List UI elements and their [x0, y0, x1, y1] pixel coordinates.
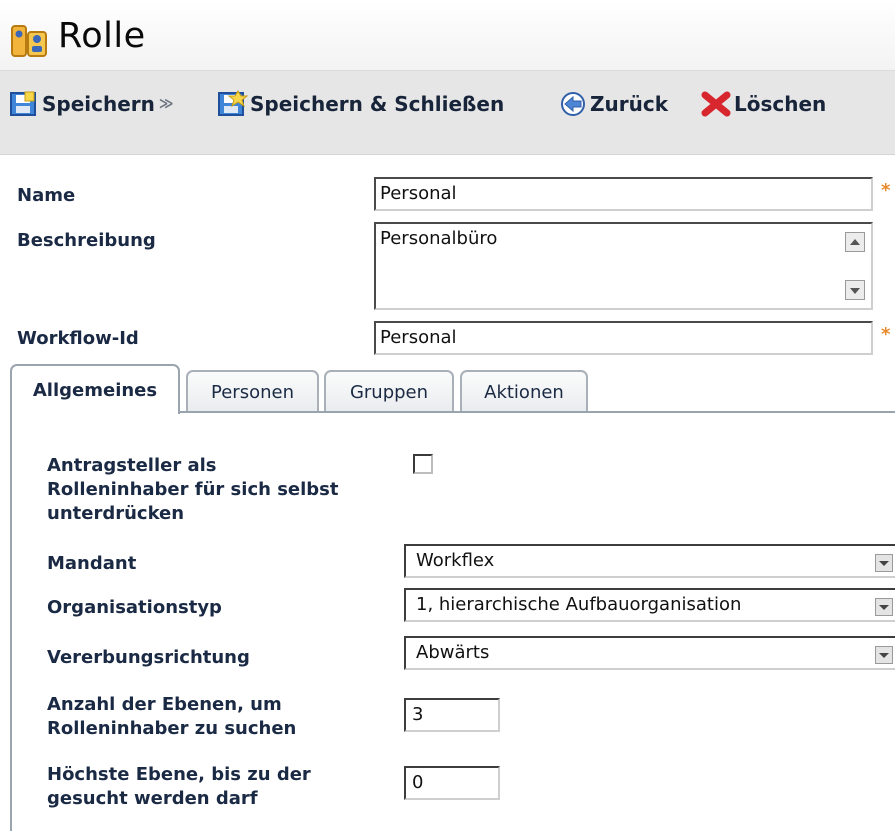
- save-and-close-label: Speichern & Schließen: [250, 92, 505, 116]
- scroll-down-icon[interactable]: [845, 280, 865, 300]
- workflow-id-input[interactable]: Personal: [374, 321, 873, 355]
- org-type-select[interactable]: 1, hierarchische Aufbauorganisation: [404, 588, 895, 622]
- tab-personen[interactable]: Personen: [186, 370, 319, 412]
- max-level-label: Höchste Ebene, bis zu der gesucht werden…: [47, 763, 311, 811]
- label-line: unterdrücken: [47, 503, 185, 524]
- levels-label: Anzahl der Ebenen, um Rolleninhaber zu s…: [47, 693, 296, 741]
- chevron-down-icon[interactable]: ≫: [159, 96, 174, 112]
- chevron-down-icon[interactable]: [875, 598, 893, 616]
- client-select-value: Workflex: [416, 550, 495, 571]
- save-label: Speichern: [42, 92, 155, 116]
- label-line: Antragsteller als: [47, 455, 217, 476]
- label-line: gesucht werden darf: [47, 788, 258, 809]
- save-icon: [10, 91, 36, 116]
- client-select[interactable]: Workflex: [404, 544, 895, 578]
- description-value: Personalbüro: [380, 228, 498, 249]
- required-marker: *: [881, 324, 891, 345]
- delete-icon: [701, 91, 731, 117]
- chevron-down-icon[interactable]: [875, 554, 893, 572]
- delete-label: Löschen: [734, 92, 827, 116]
- tab-allgemeines[interactable]: Allgemeines: [10, 364, 180, 414]
- client-label: Mandant: [47, 553, 137, 574]
- name-input[interactable]: Personal: [374, 177, 873, 211]
- suppress-applicant-checkbox[interactable]: [413, 454, 433, 474]
- org-type-label: Organisationstyp: [47, 597, 222, 618]
- max-level-input[interactable]: 0: [404, 766, 500, 800]
- workflow-id-label: Workflow-Id: [17, 328, 139, 349]
- page-title: Rolle: [58, 16, 146, 56]
- back-button[interactable]: Zurück: [558, 89, 668, 119]
- description-label: Beschreibung: [17, 230, 156, 251]
- inheritance-select[interactable]: Abwärts: [404, 636, 895, 670]
- role-icon: [11, 25, 47, 57]
- tab-gruppen[interactable]: Gruppen: [324, 370, 454, 412]
- back-icon: [561, 92, 585, 116]
- save-and-close-button[interactable]: Speichern & Schließen: [216, 89, 504, 119]
- levels-input[interactable]: 3: [404, 698, 500, 732]
- scroll-up-icon[interactable]: [845, 232, 865, 252]
- tab-aktionen[interactable]: Aktionen: [460, 370, 588, 412]
- required-marker: *: [881, 180, 891, 201]
- toolbar: Speichern ≫ Speichern & Schließen Zurück…: [0, 71, 895, 155]
- save-button[interactable]: Speichern ≫: [8, 89, 174, 119]
- label-line: Höchste Ebene, bis zu der: [47, 764, 311, 785]
- back-label: Zurück: [590, 92, 668, 116]
- save-close-icon: [218, 90, 249, 116]
- label-line: Rolleninhaber für sich selbst: [47, 479, 339, 500]
- delete-button[interactable]: Löschen: [700, 89, 826, 119]
- inheritance-select-value: Abwärts: [416, 642, 490, 663]
- description-textarea[interactable]: Personalbüro: [374, 222, 873, 310]
- inheritance-label: Vererbungsrichtung: [47, 647, 250, 668]
- name-label: Name: [17, 185, 76, 206]
- label-line: Rolleninhaber zu suchen: [47, 718, 297, 739]
- window-title-bar: Rolle: [0, 0, 895, 71]
- org-type-select-value: 1, hierarchische Aufbauorganisation: [416, 594, 742, 615]
- suppress-applicant-label: Antragsteller als Rolleninhaber für sich…: [47, 454, 339, 526]
- chevron-down-icon[interactable]: [875, 646, 893, 664]
- label-line: Anzahl der Ebenen, um: [47, 694, 282, 715]
